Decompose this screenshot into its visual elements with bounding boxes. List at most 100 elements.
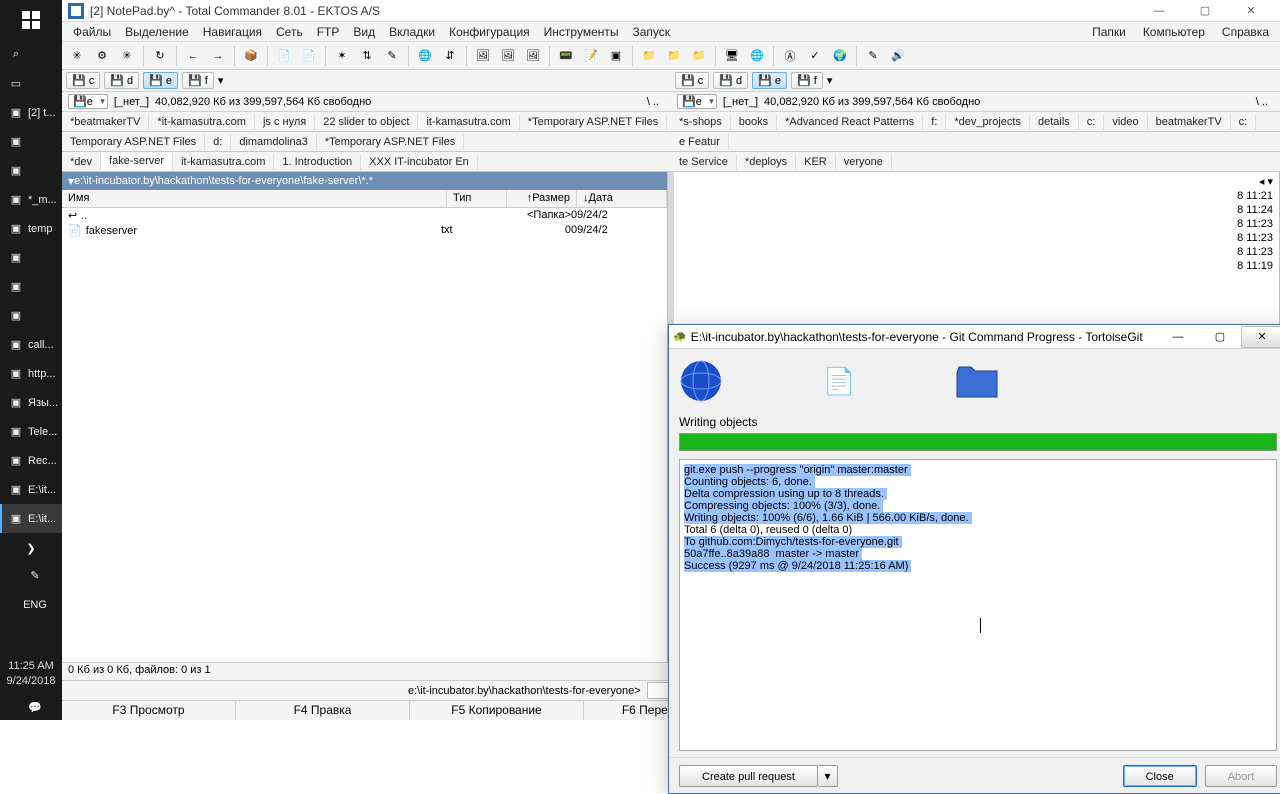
path-menu-right[interactable]: \ .. (1250, 96, 1274, 108)
copy2-icon[interactable]: 📄 (298, 45, 320, 67)
taskbar-item[interactable]: ▣E:\it... (0, 475, 62, 504)
taskbar-item[interactable]: ▣ (0, 301, 62, 330)
star-icon[interactable]: ✶ (331, 45, 353, 67)
close-button[interactable]: Close (1123, 765, 1197, 787)
panel-tab[interactable]: books (731, 114, 777, 130)
panel-tab[interactable]: *deploys (737, 154, 796, 170)
file-row[interactable]: 8 11:23 (674, 245, 1279, 259)
menu-item[interactable]: Инструменты (537, 23, 626, 41)
panel-tab[interactable]: *dev (62, 154, 101, 170)
note-icon[interactable]: 📝 (580, 45, 602, 67)
panel-tab[interactable]: Temporary ASP.NET Files (62, 134, 205, 150)
file-row[interactable]: 8 11:21 (674, 189, 1279, 203)
panel-tab[interactable]: *Temporary ASP.NET Files (317, 134, 464, 150)
panel-tab[interactable]: 1. Introduction (274, 154, 361, 170)
fkey-button[interactable]: F5 Копирование (410, 701, 584, 720)
menu-item[interactable]: Файлы (66, 23, 118, 41)
panel-tab[interactable]: veryone (836, 154, 892, 170)
panel-tab[interactable]: te Service (671, 154, 737, 170)
left-filelist[interactable]: ↩ ..<Папка>09/24/2📄 fakeservertxt009/24/… (62, 208, 667, 662)
dialog-maximize[interactable]: ▢ (1199, 326, 1241, 348)
taskbar-item[interactable]: ▣[2] t... (0, 98, 62, 127)
taskbar-item[interactable]: ▣ (0, 243, 62, 272)
taskbar-pin[interactable]: ✎ (0, 561, 62, 590)
panel-tab[interactable]: c: (1079, 114, 1105, 130)
taskbar-item[interactable]: ▣E:\it... (0, 504, 62, 533)
col-name[interactable]: Имя (62, 190, 447, 207)
net-icon[interactable]: 🌐 (746, 45, 768, 67)
tab-fragment[interactable]: e Featur (671, 134, 729, 150)
left-path[interactable]: ▾e:\it-incubator.by\hackathon\tests-for-… (62, 172, 667, 190)
panel-tab[interactable]: d: (205, 134, 231, 150)
taskbar-expand[interactable]: ❯ (0, 533, 62, 561)
taskbar-item[interactable]: ▣ (0, 127, 62, 156)
fldr2-icon[interactable]: 📁 (663, 45, 685, 67)
drive-button[interactable]: 💾 c (675, 72, 709, 89)
panel-tab[interactable]: *beatmakerTV (62, 114, 149, 130)
create-pull-request-dropdown[interactable]: ▾ (818, 765, 838, 787)
panel-tab[interactable]: *Temporary ASP.NET Files (520, 114, 667, 130)
panel-tab[interactable]: *Advanced React Patterns (777, 114, 923, 130)
img2-icon[interactable]: 🖼 (497, 45, 519, 67)
file-row[interactable]: 8 11:23 (674, 231, 1279, 245)
menu-item[interactable]: Запуск (626, 23, 678, 41)
col-size[interactable]: ↑Размер (507, 190, 577, 207)
menu-item[interactable]: Навигация (196, 23, 269, 41)
menu-item[interactable]: Выделение (118, 23, 196, 41)
fldr3-icon[interactable]: 📁 (688, 45, 710, 67)
file-row[interactable]: 8 11:23 (674, 217, 1279, 231)
pc-icon[interactable]: 🖥 (721, 45, 743, 67)
wiz-icon[interactable]: ✎ (862, 45, 884, 67)
fkey-button[interactable]: F4 Правка (236, 701, 410, 720)
drive-button[interactable]: 💾 e (143, 72, 178, 89)
create-pull-request-button[interactable]: Create pull request (679, 765, 818, 787)
img1-icon[interactable]: 🖼 (472, 45, 494, 67)
menu-item[interactable]: Справка (1215, 23, 1276, 41)
drive-button[interactable]: 💾 d (713, 72, 748, 89)
dialog-log[interactable]: git.exe push --progress "origin" master:… (679, 459, 1277, 751)
taskbar-clock[interactable]: 11:25 AM 9/24/2018 (0, 653, 62, 694)
img3-icon[interactable]: 🖼 (522, 45, 544, 67)
minimize-button[interactable]: — (1136, 0, 1182, 22)
ie-icon[interactable]: 🌐 (414, 45, 436, 67)
menu-item[interactable]: Вкладки (382, 23, 442, 41)
gear2-icon[interactable]: ✳ (116, 45, 138, 67)
drive-button[interactable]: 💾 c (66, 72, 100, 89)
drive-button[interactable]: 💾 f (182, 72, 214, 89)
refresh-icon[interactable]: ✳ (66, 45, 88, 67)
drive-button[interactable]: 💾 d (104, 72, 139, 89)
start-button[interactable] (0, 0, 62, 40)
folder-icon[interactable]: 📁 (638, 45, 660, 67)
panel-tab[interactable]: c: (1231, 114, 1257, 130)
menu-item[interactable]: Сеть (269, 23, 310, 41)
drive-button[interactable]: 💾 e (752, 72, 787, 89)
forward-icon[interactable]: → (207, 45, 229, 67)
file-row[interactable]: ↩ ..<Папка>09/24/2 (62, 208, 667, 223)
taskbar-item[interactable]: ▣http... (0, 359, 62, 388)
taskbar-item[interactable]: ▣Язы... (0, 388, 62, 417)
panel-tab[interactable]: KER (796, 154, 836, 170)
panel-tab[interactable]: video (1104, 114, 1147, 130)
taskbar-item[interactable]: ▣temp (0, 214, 62, 243)
file-row[interactable]: 8 11:24 (674, 203, 1279, 217)
calc-icon[interactable]: 📟 (555, 45, 577, 67)
dialog-minimize[interactable]: — (1157, 326, 1199, 348)
edit-icon[interactable]: ✎ (381, 45, 403, 67)
panel-tab[interactable]: *it-kamasutra.com (149, 114, 255, 130)
back-icon[interactable]: ← (182, 45, 204, 67)
taskbar-taskview[interactable]: ▭ (0, 69, 62, 98)
col-date[interactable]: ↓Дата (577, 190, 667, 207)
panel-tab[interactable]: details (1030, 114, 1079, 130)
fkey-button[interactable]: F3 Просмотр (62, 701, 236, 720)
panel-tab[interactable]: it-kamasutra.com (418, 114, 519, 130)
maximize-button[interactable]: ▢ (1182, 0, 1228, 22)
drive-combo-left[interactable]: 💾e (68, 94, 108, 109)
a-icon[interactable]: Ⓐ (779, 45, 801, 67)
taskbar-item[interactable]: ▣Tele... (0, 417, 62, 446)
close-button[interactable]: ✕ (1228, 0, 1274, 22)
snd-icon[interactable]: 🔊 (887, 45, 909, 67)
copy1-icon[interactable]: 📄 (273, 45, 295, 67)
menu-item[interactable]: Компьютер (1136, 23, 1212, 41)
taskbar-lang[interactable]: ENG (0, 590, 62, 619)
panel-tab[interactable]: f: (923, 114, 946, 130)
